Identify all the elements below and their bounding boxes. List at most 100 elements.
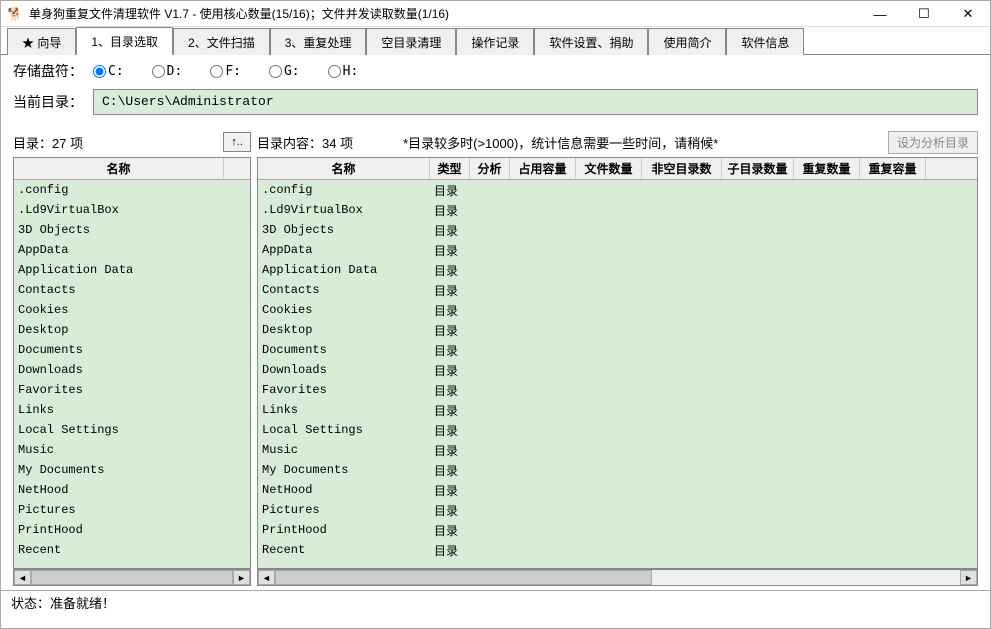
scroll-right-icon[interactable]: ►	[960, 570, 977, 585]
left-list-body[interactable]: .config.Ld9VirtualBox3D ObjectsAppDataAp…	[14, 180, 250, 568]
table-row[interactable]: .config目录	[258, 180, 977, 200]
left-col-name[interactable]: 名称	[14, 158, 224, 179]
list-item[interactable]: Downloads	[14, 360, 250, 380]
tab-2[interactable]: 2、文件扫描	[173, 28, 270, 55]
drive-label: 存储盘符：	[13, 61, 93, 81]
scroll-right-icon[interactable]: ►	[233, 570, 250, 585]
table-row[interactable]: Application Data目录	[258, 260, 977, 280]
list-item[interactable]: Pictures	[14, 500, 250, 520]
scroll-left-icon[interactable]: ◄	[258, 570, 275, 585]
table-row[interactable]: Desktop目录	[258, 320, 977, 340]
left-pane-header: 目录：27 项 ↑..	[13, 131, 251, 153]
tab-strip: ★ 向导1、目录选取2、文件扫描3、重复处理空目录清理操作记录软件设置、捐助使用…	[1, 27, 990, 55]
minimize-button[interactable]: —	[858, 1, 902, 27]
right-col-0[interactable]: 名称	[258, 158, 430, 179]
table-row[interactable]: Local Settings目录	[258, 420, 977, 440]
table-row[interactable]: Documents目录	[258, 340, 977, 360]
list-item[interactable]: Application Data	[14, 260, 250, 280]
directory-panel: 存储盘符： C: D: F: G: H: 当前目录： C:\Users\Administ…	[1, 55, 990, 127]
tab-3[interactable]: 3、重复处理	[270, 28, 367, 55]
current-path[interactable]: C:\Users\Administrator	[93, 89, 978, 115]
window-title: 单身狗重复文件清理软件 V1.7 - 使用核心数量(15/16)；文件并发读取数…	[29, 5, 449, 22]
drive-radio-F[interactable]: F:	[210, 64, 241, 79]
tab-8[interactable]: 软件信息	[726, 28, 804, 55]
status-text: 状态：准备就绪！	[11, 593, 115, 612]
path-label: 当前目录：	[13, 92, 93, 112]
right-col-3[interactable]: 占用容量	[510, 158, 576, 179]
tab-4[interactable]: 空目录清理	[366, 28, 456, 55]
table-row[interactable]: My Documents目录	[258, 460, 977, 480]
drive-radio-H[interactable]: H:	[328, 64, 359, 79]
left-hscroll[interactable]: ◄ ►	[13, 569, 251, 586]
tab-0[interactable]: ★ 向导	[7, 28, 76, 55]
drive-radio-G[interactable]: G:	[269, 64, 300, 79]
main-split: 目录：27 项 ↑.. 名称 .config.Ld9VirtualBox3D O…	[1, 127, 990, 569]
table-row[interactable]: Music目录	[258, 440, 977, 460]
right-col-1[interactable]: 类型	[430, 158, 470, 179]
right-col-2[interactable]: 分析	[470, 158, 510, 179]
table-row[interactable]: .Ld9VirtualBox目录	[258, 200, 977, 220]
list-item[interactable]: AppData	[14, 240, 250, 260]
table-row[interactable]: Contacts目录	[258, 280, 977, 300]
maximize-button[interactable]: ☐	[902, 1, 946, 27]
table-row[interactable]: Links目录	[258, 400, 977, 420]
right-col-5[interactable]: 非空目录数	[642, 158, 722, 179]
title-bar: 🐕 单身狗重复文件清理软件 V1.7 - 使用核心数量(15/16)；文件并发读…	[1, 1, 990, 27]
list-item[interactable]: Music	[14, 440, 250, 460]
right-hint: *目录较多时(>1000)，统计信息需要一些时间，请稍候*	[403, 133, 718, 152]
path-row: 当前目录： C:\Users\Administrator	[13, 89, 978, 115]
up-directory-button[interactable]: ↑..	[223, 132, 251, 152]
table-row[interactable]: Downloads目录	[258, 360, 977, 380]
right-pane-header: 目录内容：34 项 *目录较多时(>1000)，统计信息需要一些时间，请稍候* …	[257, 131, 978, 153]
window-controls: — ☐ ✕	[858, 1, 990, 27]
app-icon: 🐕	[7, 6, 23, 22]
list-item[interactable]: Local Settings	[14, 420, 250, 440]
right-list-body[interactable]: .config目录.Ld9VirtualBox目录3D Objects目录App…	[258, 180, 977, 568]
content-list: 名称类型分析占用容量文件数量非空目录数子目录数量重复数量重复容量 .config…	[257, 157, 978, 569]
list-item[interactable]: Desktop	[14, 320, 250, 340]
tab-6[interactable]: 软件设置、捐助	[534, 28, 648, 55]
list-item[interactable]: .Ld9VirtualBox	[14, 200, 250, 220]
table-row[interactable]: Recent目录	[258, 540, 977, 560]
right-hscroll[interactable]: ◄ ►	[257, 569, 978, 586]
tab-7[interactable]: 使用简介	[648, 28, 726, 55]
drive-radio-C[interactable]: C:	[93, 64, 124, 79]
close-button[interactable]: ✕	[946, 1, 990, 27]
list-item[interactable]: My Documents	[14, 460, 250, 480]
tab-1[interactable]: 1、目录选取	[76, 27, 173, 55]
list-item[interactable]: Recent	[14, 540, 250, 560]
hscroll-row: ◄ ► ◄ ►	[1, 569, 990, 590]
right-col-7[interactable]: 重复数量	[794, 158, 860, 179]
table-row[interactable]: Cookies目录	[258, 300, 977, 320]
list-item[interactable]: .config	[14, 180, 250, 200]
list-item[interactable]: PrintHood	[14, 520, 250, 540]
list-item[interactable]: Cookies	[14, 300, 250, 320]
left-list-header: 名称	[14, 158, 250, 180]
list-item[interactable]: Favorites	[14, 380, 250, 400]
tab-5[interactable]: 操作记录	[456, 28, 534, 55]
list-item[interactable]: NetHood	[14, 480, 250, 500]
right-pane: 目录内容：34 项 *目录较多时(>1000)，统计信息需要一些时间，请稍候* …	[257, 131, 978, 569]
drive-row: 存储盘符： C: D: F: G: H:	[13, 61, 978, 81]
list-item[interactable]: 3D Objects	[14, 220, 250, 240]
scroll-left-icon[interactable]: ◄	[14, 570, 31, 585]
list-item[interactable]: Links	[14, 400, 250, 420]
list-item[interactable]: Documents	[14, 340, 250, 360]
right-col-4[interactable]: 文件数量	[576, 158, 642, 179]
directory-list: 名称 .config.Ld9VirtualBox3D ObjectsAppDat…	[13, 157, 251, 569]
table-row[interactable]: 3D Objects目录	[258, 220, 977, 240]
left-count-label: 目录：27 项	[13, 133, 83, 152]
table-row[interactable]: AppData目录	[258, 240, 977, 260]
drive-radio-D[interactable]: D:	[152, 64, 183, 79]
left-pane: 目录：27 项 ↑.. 名称 .config.Ld9VirtualBox3D O…	[13, 131, 251, 569]
right-list-header: 名称类型分析占用容量文件数量非空目录数子目录数量重复数量重复容量	[258, 158, 977, 180]
list-item[interactable]: Contacts	[14, 280, 250, 300]
table-row[interactable]: Favorites目录	[258, 380, 977, 400]
status-bar: 状态：准备就绪！	[1, 590, 990, 614]
set-analyze-dir-button[interactable]: 设为分析目录	[888, 131, 978, 154]
table-row[interactable]: PrintHood目录	[258, 520, 977, 540]
right-col-6[interactable]: 子目录数量	[722, 158, 794, 179]
table-row[interactable]: Pictures目录	[258, 500, 977, 520]
right-col-8[interactable]: 重复容量	[860, 158, 926, 179]
table-row[interactable]: NetHood目录	[258, 480, 977, 500]
